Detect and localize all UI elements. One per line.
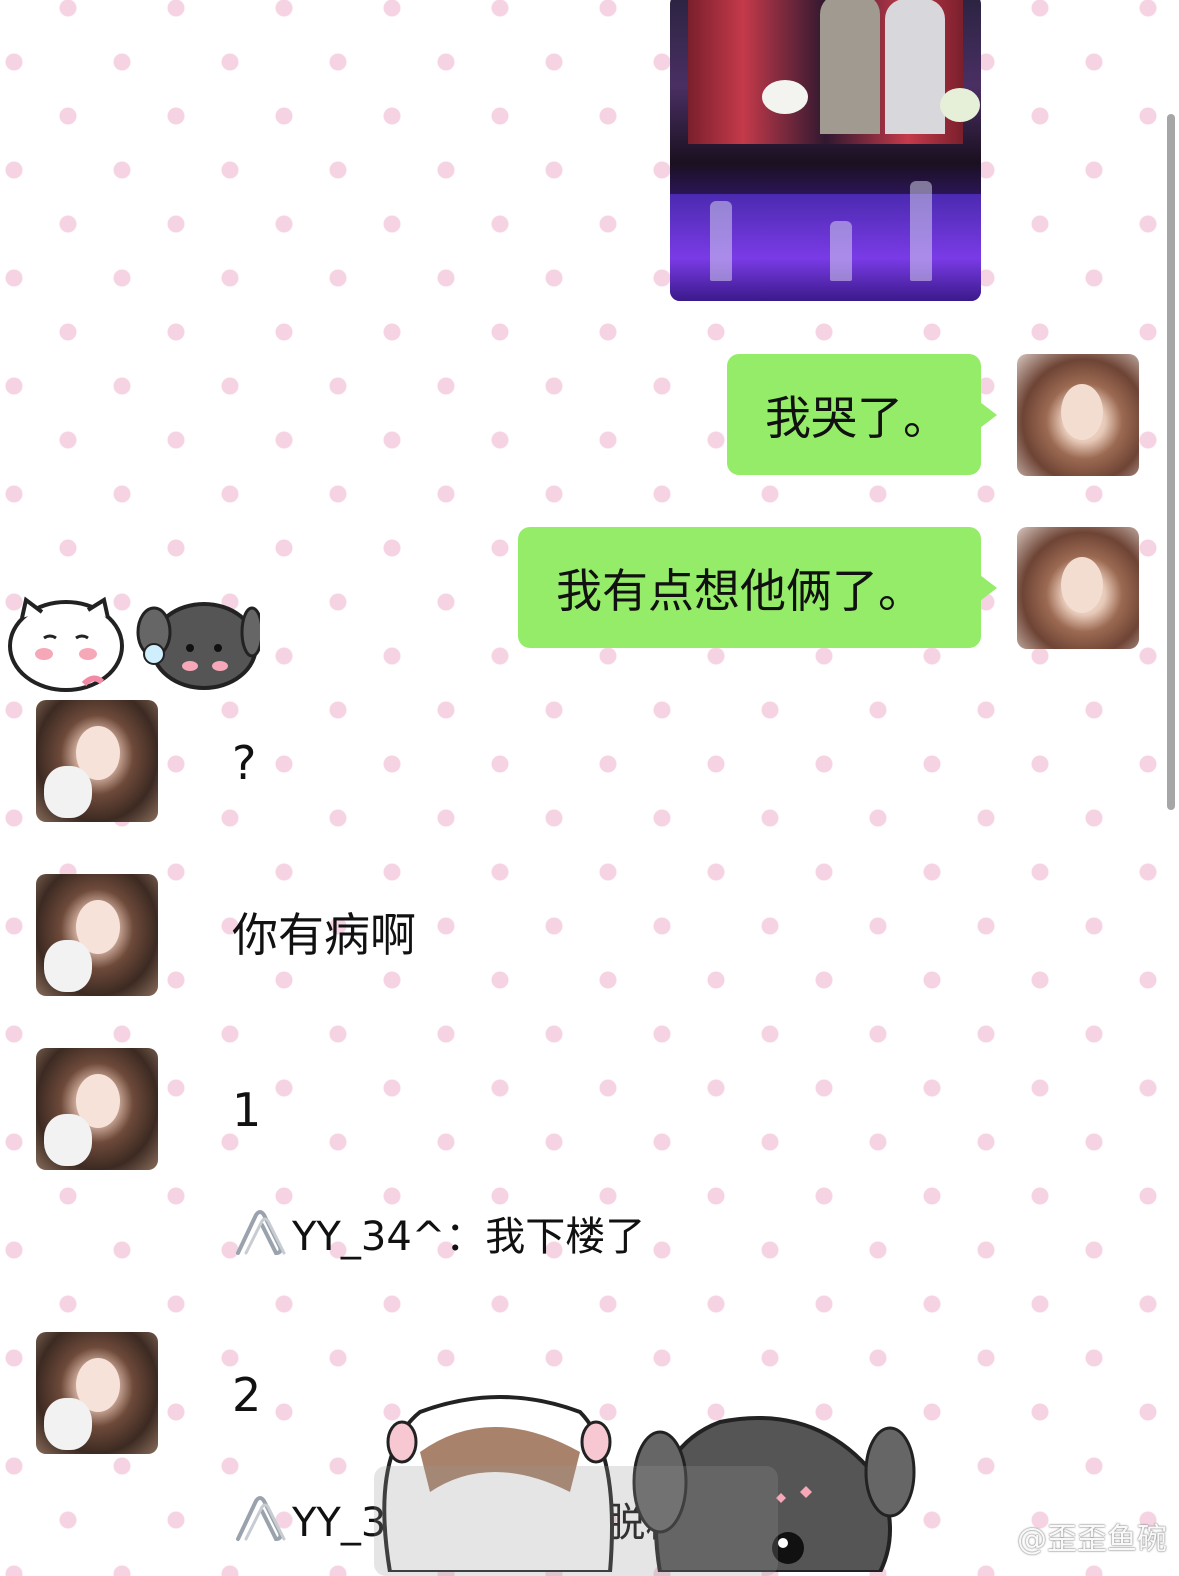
paperclip-icon — [236, 1496, 286, 1542]
photo-figure — [820, 0, 880, 134]
contact-avatar[interactable] — [36, 874, 158, 996]
avatar-face — [1061, 557, 1103, 613]
watermark-text: @歪歪鱼碗 — [1017, 1522, 1167, 1557]
received-message[interactable]: 2 — [232, 1372, 261, 1418]
avatar-cup — [44, 1114, 92, 1166]
received-message[interactable]: 1 — [232, 1087, 261, 1133]
self-avatar[interactable] — [1017, 527, 1139, 649]
photo-flowers — [940, 88, 980, 122]
sent-photo-message[interactable] — [670, 0, 981, 301]
received-message[interactable]: ? — [232, 740, 256, 786]
contact-avatar[interactable] — [36, 700, 158, 822]
message-text: 我哭了。 — [765, 390, 949, 445]
self-avatar[interactable] — [1017, 354, 1139, 476]
avatar-cup — [44, 766, 92, 818]
avatar-cup — [44, 1398, 92, 1450]
photo-flowers — [762, 80, 808, 114]
chat-scrollbar[interactable] — [1167, 114, 1175, 810]
sent-message-bubble[interactable]: 我哭了。 — [727, 354, 997, 475]
message-text: 我有点想他俩了。 — [556, 563, 924, 618]
avatar-cup — [44, 940, 92, 992]
paperclip-icon — [236, 1210, 286, 1256]
watermark: @歪歪鱼碗 — [973, 1514, 1167, 1558]
photo-figure — [885, 0, 945, 134]
sent-message-bubble[interactable]: 我有点想他俩了。 — [518, 527, 997, 648]
translucent-overlay — [374, 1466, 778, 1576]
photo-bottle — [910, 181, 932, 281]
photo-bottle — [710, 201, 732, 281]
quoted-reply[interactable]: YY_34^：我下楼了 — [232, 1204, 645, 1262]
avatar-face — [1061, 384, 1103, 440]
contact-avatar[interactable] — [36, 1332, 158, 1454]
photo-bottle — [830, 221, 852, 281]
weibo-logo-icon — [973, 1521, 1011, 1553]
quote-text: YY_34^：我下楼了 — [292, 1214, 646, 1260]
received-message[interactable]: 你有病啊 — [232, 912, 416, 958]
contact-avatar[interactable] — [36, 1048, 158, 1170]
